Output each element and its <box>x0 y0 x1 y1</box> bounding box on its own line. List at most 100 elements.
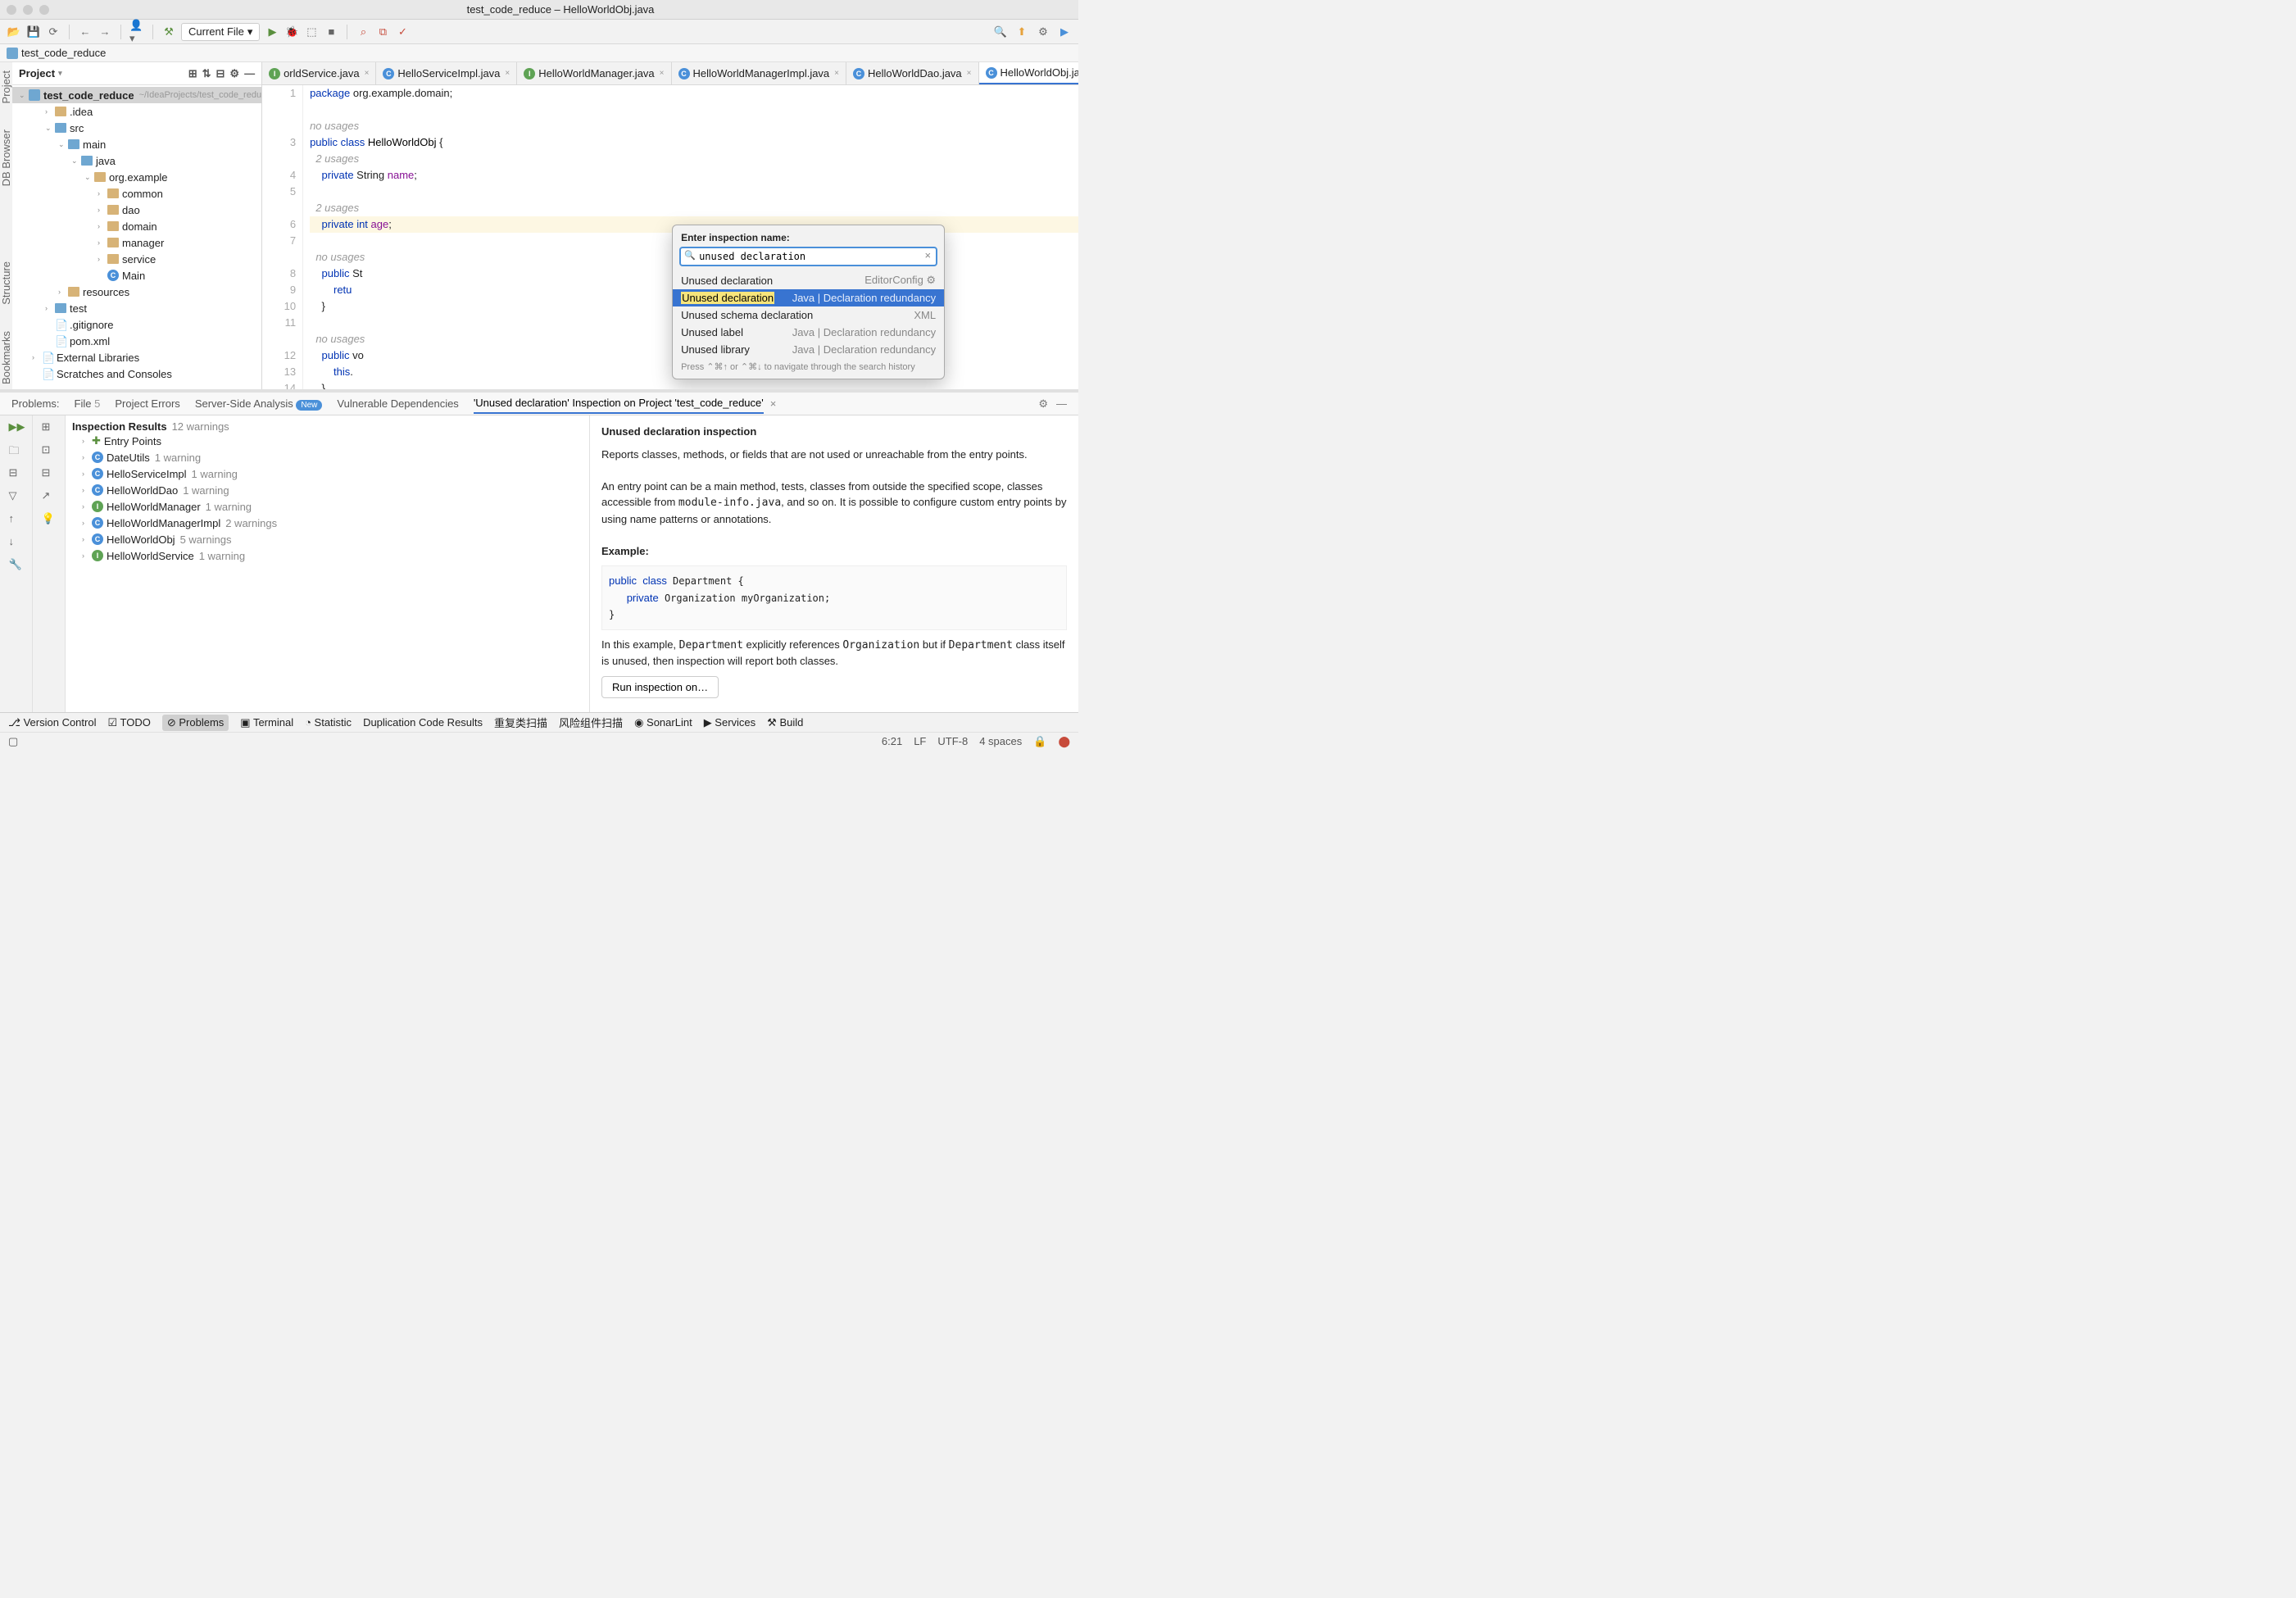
editor-tab[interactable]: CHelloWorldObj.java× <box>979 62 1078 84</box>
inspection-results-tree[interactable]: Inspection Results12 warnings ›✚Entry Po… <box>66 415 590 712</box>
export-icon[interactable]: ↗ <box>42 489 57 504</box>
tab-risk-scan[interactable]: 风险组件扫描 <box>559 715 623 730</box>
tab-vuln[interactable]: Vulnerable Dependencies <box>337 394 458 413</box>
encoding[interactable]: UTF-8 <box>937 735 968 748</box>
inspection-result-item[interactable]: ›CHelloWorldManagerImpl2 warnings <box>72 515 583 531</box>
editor-tab[interactable]: CHelloServiceImpl.java× <box>376 62 517 84</box>
inspection-result-item[interactable]: ›CHelloWorldObj5 warnings <box>72 531 583 547</box>
tree-item[interactable]: ⌄org.example <box>12 169 261 185</box>
tab-server-side[interactable]: Server-Side Analysis New <box>195 394 323 413</box>
search-result-row[interactable]: Unused schema declarationXML <box>673 306 944 324</box>
hide-icon[interactable]: — <box>244 67 255 80</box>
tree-item[interactable]: 📄Scratches and Consoles <box>12 365 261 382</box>
error-indicator[interactable]: ⬤ <box>1058 735 1070 748</box>
tree-item[interactable]: ›resources <box>12 284 261 300</box>
up-icon[interactable]: ↑ <box>9 512 24 527</box>
collapse-icon[interactable]: ⊟ <box>216 67 225 80</box>
copy-red-icon[interactable]: ⧉ <box>375 25 390 39</box>
tree-item[interactable]: ›dao <box>12 202 261 218</box>
tree-item[interactable]: ›service <box>12 251 261 267</box>
project-tool-button[interactable]: Project <box>0 66 12 108</box>
editor-tab[interactable]: IHelloWorldManager.java× <box>517 62 671 84</box>
group-icon[interactable]: ⊟ <box>9 466 24 481</box>
problems-hide-icon[interactable]: — <box>1056 397 1067 411</box>
indent[interactable]: 4 spaces <box>979 735 1022 748</box>
left-tool-stripe[interactable]: Project DB Browser Structure Bookmarks <box>0 62 12 389</box>
search-result-row[interactable]: Unused libraryJava | Declaration redunda… <box>673 341 944 358</box>
forward-icon[interactable]: → <box>98 25 112 39</box>
gear-icon[interactable]: ⚙ <box>229 67 239 80</box>
check-red-icon[interactable]: ✓ <box>395 25 410 39</box>
breadcrumb[interactable]: test_code_reduce <box>0 44 1078 62</box>
expand-all-icon[interactable]: ⇅ <box>202 67 211 80</box>
tab-repeat-scan[interactable]: 重复类扫描 <box>494 715 547 730</box>
tree-item[interactable]: ›manager <box>12 234 261 251</box>
tree-item[interactable]: CMain <box>12 267 261 284</box>
project-tree[interactable]: ⌄ test_code_reduce ~/IdeaProjects/test_c… <box>12 85 261 389</box>
expand-icon[interactable]: ⊡ <box>42 443 57 458</box>
refresh-icon[interactable]: ⟳ <box>46 25 61 39</box>
tab-statistic[interactable]: ◔ Statistic <box>305 716 352 729</box>
stop-icon[interactable]: 🗀 <box>9 443 24 458</box>
inspection-search-input[interactable] <box>679 247 937 266</box>
tree-item[interactable]: 📄pom.xml <box>12 333 261 349</box>
tab-todo[interactable]: ☑ TODO <box>107 716 150 729</box>
wrench-icon[interactable]: 🔧 <box>9 558 24 573</box>
user-icon[interactable]: 👤▾ <box>129 25 144 39</box>
search-icon[interactable]: 🔍 <box>993 25 1008 39</box>
run-config-dropdown[interactable]: Current File▾ <box>181 23 260 41</box>
db-browser-tool-button[interactable]: DB Browser <box>0 125 12 191</box>
gear-icon[interactable]: ⚙ <box>1036 25 1050 39</box>
run-inspection-button[interactable]: Run inspection on… <box>601 676 719 698</box>
bulb-icon[interactable]: 💡 <box>42 512 57 527</box>
tree-item[interactable]: 📄.gitignore <box>12 316 261 333</box>
status-icon[interactable]: ▢ <box>8 735 18 748</box>
inspection-result-item[interactable]: ›CHelloWorldDao1 warning <box>72 482 583 498</box>
tree-root[interactable]: ⌄ test_code_reduce ~/IdeaProjects/test_c… <box>12 87 261 103</box>
updates-icon[interactable]: ⬆ <box>1014 25 1029 39</box>
run-icon[interactable]: ▶ <box>265 25 279 39</box>
group-by-icon[interactable]: ⊞ <box>42 420 57 435</box>
tree-item[interactable]: ⌄src <box>12 120 261 136</box>
search-red-icon[interactable]: ⌕ <box>356 25 370 39</box>
collapse-icon[interactable]: ⊟ <box>42 466 57 481</box>
back-icon[interactable]: ← <box>78 25 93 39</box>
editor-tab[interactable]: CHelloWorldDao.java× <box>846 62 979 84</box>
tab-inspection[interactable]: 'Unused declaration' Inspection on Proje… <box>474 393 764 414</box>
tree-item[interactable]: ›📄External Libraries <box>12 349 261 365</box>
tab-sonarlint[interactable]: ◉ SonarLint <box>634 716 692 729</box>
tree-item[interactable]: ›test <box>12 300 261 316</box>
tab-build[interactable]: ⚒ Build <box>767 716 803 729</box>
tab-services[interactable]: ▶ Services <box>704 716 756 729</box>
tree-item[interactable]: ›domain <box>12 218 261 234</box>
readonly-icon[interactable]: 🔒 <box>1033 735 1046 748</box>
tree-item[interactable]: ›common <box>12 185 261 202</box>
structure-tool-button[interactable]: Structure <box>0 256 12 310</box>
save-icon[interactable]: 💾 <box>26 25 41 39</box>
coverage-icon[interactable]: ⬚ <box>304 25 319 39</box>
window-controls[interactable] <box>7 5 49 15</box>
problems-gear-icon[interactable]: ⚙ <box>1038 397 1048 411</box>
inspection-result-item[interactable]: ›CDateUtils1 warning <box>72 449 583 465</box>
tab-problems[interactable]: ⊘ Problems <box>162 715 229 731</box>
debug-icon[interactable]: 🐞 <box>284 25 299 39</box>
down-icon[interactable]: ↓ <box>9 535 24 550</box>
gutter[interactable]: 134567891011121314 <box>262 85 303 389</box>
search-result-row[interactable]: Unused declarationEditorConfig ⚙ <box>673 271 944 289</box>
bookmarks-tool-button[interactable]: Bookmarks <box>0 326 12 389</box>
inspection-result-item[interactable]: ›IHelloWorldService1 warning <box>72 547 583 564</box>
editor-tab[interactable]: CHelloWorldManagerImpl.java× <box>672 62 847 84</box>
tree-item[interactable]: ⌄java <box>12 152 261 169</box>
run-anything-icon[interactable]: ▶ <box>1057 25 1072 39</box>
line-sep[interactable]: LF <box>914 735 926 748</box>
tree-item[interactable]: ›.idea <box>12 103 261 120</box>
stop-icon[interactable]: ■ <box>324 25 338 39</box>
hammer-icon[interactable]: ⚒ <box>161 25 176 39</box>
inspection-result-item[interactable]: ›IHelloWorldManager1 warning <box>72 498 583 515</box>
tab-file[interactable]: File 5 <box>75 394 101 413</box>
open-icon[interactable]: 📂 <box>7 25 21 39</box>
tab-close-icon[interactable]: × <box>770 397 777 410</box>
select-opened-icon[interactable]: ⊞ <box>188 67 197 80</box>
rerun-icon[interactable]: ▶▶ <box>9 420 24 435</box>
tree-item[interactable]: ⌄main <box>12 136 261 152</box>
